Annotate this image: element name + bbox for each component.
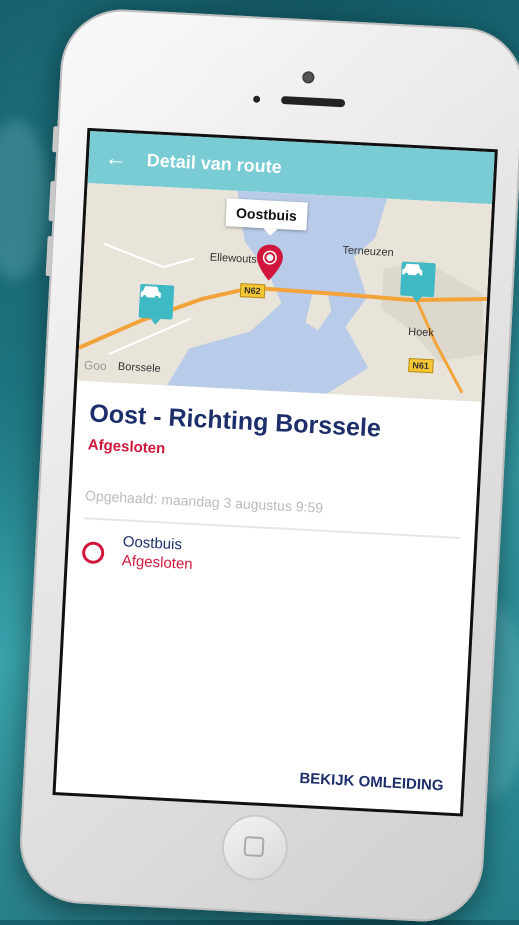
view-detour-button[interactable]: BEKIJK OMLEIDING xyxy=(299,770,444,795)
fetched-timestamp: Opgehaald: maandag 3 augustus 9:59 xyxy=(83,487,463,539)
proximity-sensor xyxy=(252,95,261,103)
map-label-borssele: Borssele xyxy=(117,360,162,376)
front-camera xyxy=(302,71,315,84)
app-screen: ← Detail van route Ellewouts Terneuzen H… xyxy=(52,127,498,817)
closed-ring-icon xyxy=(81,541,105,565)
tunnel-status: Afgesloten xyxy=(121,552,194,573)
page-title: Detail van route xyxy=(146,149,283,177)
earpiece-speaker xyxy=(280,95,346,108)
road-badge-n62: N62 xyxy=(239,283,265,299)
traffic-car-icon-east[interactable] xyxy=(400,261,436,298)
tunnel-callout[interactable]: Oostbuis xyxy=(225,198,308,231)
route-details: Oost - Richting Borssele Afgesloten Opge… xyxy=(67,381,481,588)
traffic-car-icon-west[interactable] xyxy=(138,283,175,320)
route-map[interactable]: Ellewouts Terneuzen Hoek Borssele Goo N6… xyxy=(77,182,492,402)
back-arrow-icon[interactable]: ← xyxy=(104,145,127,171)
phone-frame: ← Detail van route Ellewouts Terneuzen H… xyxy=(16,6,519,925)
tunnel-list-item[interactable]: Oostbuis Afgesloten xyxy=(81,531,459,587)
map-attribution-google: Goo xyxy=(83,358,108,374)
map-label-hoek: Hoek xyxy=(407,325,435,340)
home-square-icon xyxy=(243,836,265,858)
map-label-ellewoutsdijk: Ellewouts xyxy=(209,251,258,266)
mute-switch xyxy=(52,126,59,153)
home-button[interactable] xyxy=(220,812,290,883)
volume-up-button xyxy=(48,181,56,222)
tunnel-info: Oostbuis Afgesloten xyxy=(121,533,194,573)
road-badge-n61: N61 xyxy=(408,358,434,374)
tunnel-name: Oostbuis xyxy=(122,533,183,554)
volume-down-button xyxy=(45,235,53,277)
